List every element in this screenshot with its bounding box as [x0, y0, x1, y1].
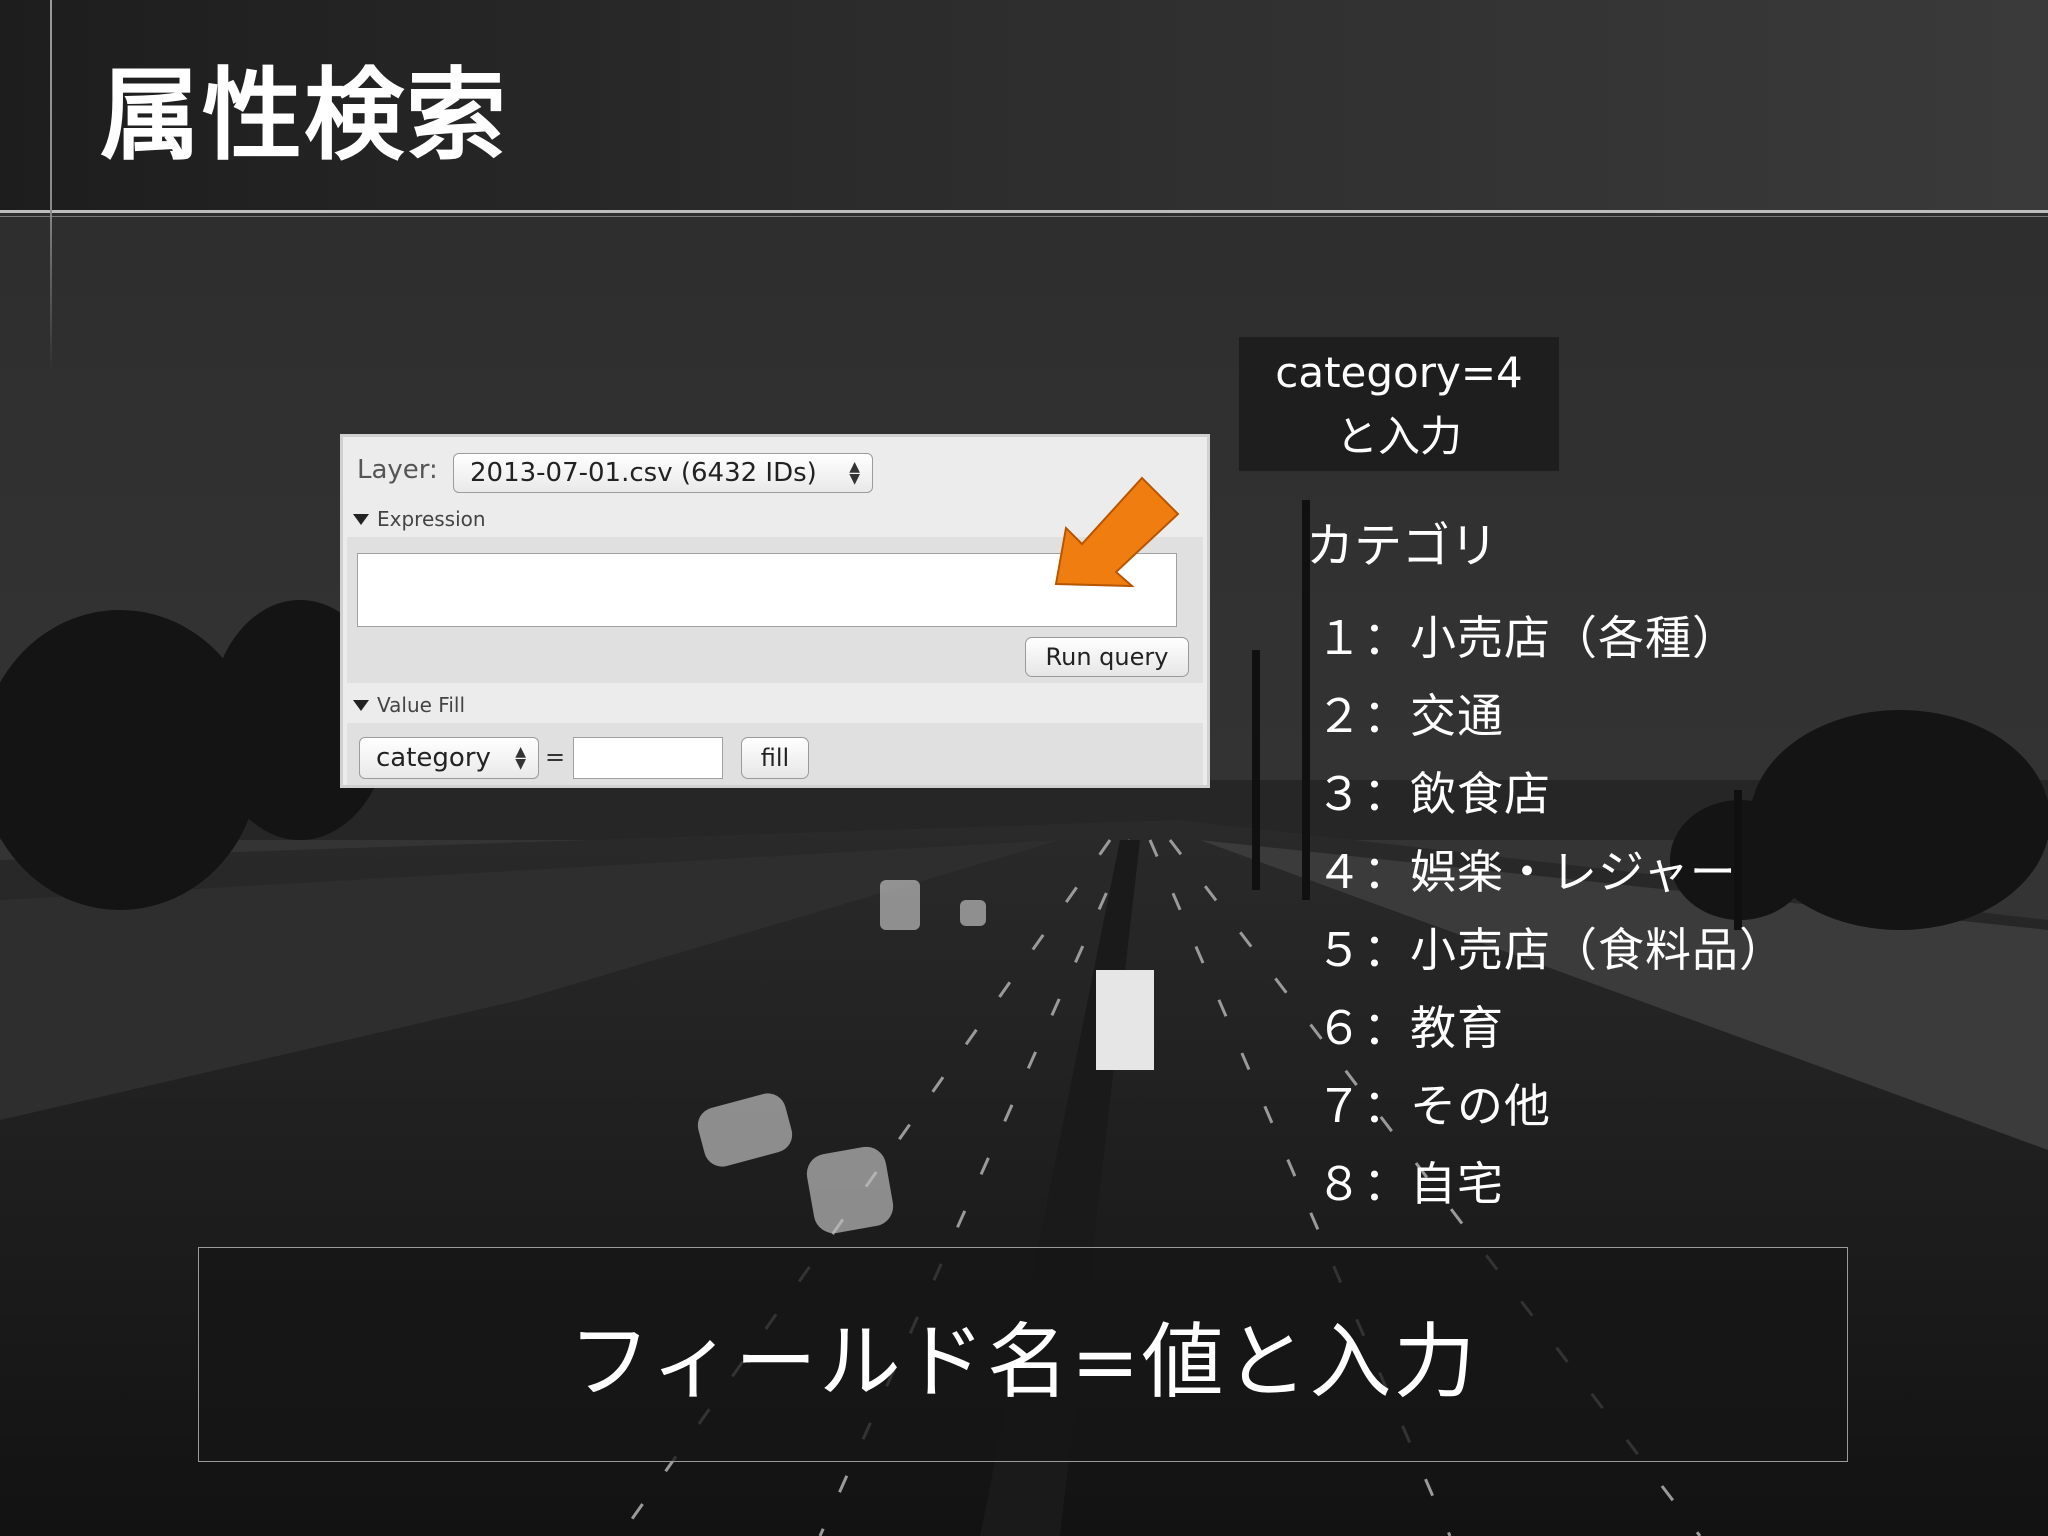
triangle-down-icon — [353, 513, 369, 525]
layer-select-value: 2013-07-01.csv (6432 IDs) — [470, 458, 817, 488]
expression-section-header[interactable]: Expression — [353, 507, 486, 531]
expression-label: Expression — [377, 507, 486, 531]
layer-select[interactable]: 2013-07-01.csv (6432 IDs) ▲ ▼ — [453, 453, 873, 493]
category-item: ２：交通 — [1316, 689, 1504, 743]
run-query-button[interactable]: Run query — [1025, 637, 1189, 677]
caption-text: フィールド名=値と入力 — [568, 1315, 1478, 1410]
category-item: ５：小売店（食料品） — [1316, 923, 1786, 977]
caption-box: フィールド名=値と入力 — [198, 1247, 1848, 1462]
category-title: カテゴリ — [1306, 518, 1499, 574]
header-divider — [0, 210, 2048, 213]
callout-box: category=4 と入力 — [1238, 336, 1560, 472]
equals-sign: = — [545, 743, 566, 771]
up-down-arrows-icon: ▲ ▼ — [849, 459, 860, 487]
value-fill-label: Value Fill — [377, 693, 465, 717]
field-select[interactable]: category ▲ ▼ — [359, 737, 539, 779]
triangle-down-icon — [353, 699, 369, 711]
callout-line-2: と入力 — [1335, 412, 1462, 461]
category-item: ３：飲食店 — [1316, 767, 1551, 821]
callout-line-1: category=4 — [1275, 348, 1523, 397]
category-item: ６：教育 — [1316, 1001, 1504, 1055]
category-item: １：小売店（各種） — [1316, 611, 1739, 665]
header-divider-thin — [0, 216, 2048, 217]
layer-label: Layer: — [357, 455, 438, 485]
category-item: ４：娯楽・レジャー — [1316, 845, 1737, 899]
arrow-pointer-icon — [1054, 476, 1180, 588]
page-title: 属性検索 — [100, 57, 508, 174]
fill-button[interactable]: fill — [741, 737, 809, 779]
category-item: ８：自宅 — [1316, 1157, 1504, 1211]
field-select-value: category — [376, 743, 491, 773]
value-input[interactable] — [573, 737, 723, 779]
category-item: ７：その他 — [1316, 1079, 1551, 1133]
up-down-arrows-icon: ▲ ▼ — [515, 744, 526, 772]
header-vertical-line — [50, 0, 52, 370]
value-fill-section-header[interactable]: Value Fill — [353, 693, 465, 717]
